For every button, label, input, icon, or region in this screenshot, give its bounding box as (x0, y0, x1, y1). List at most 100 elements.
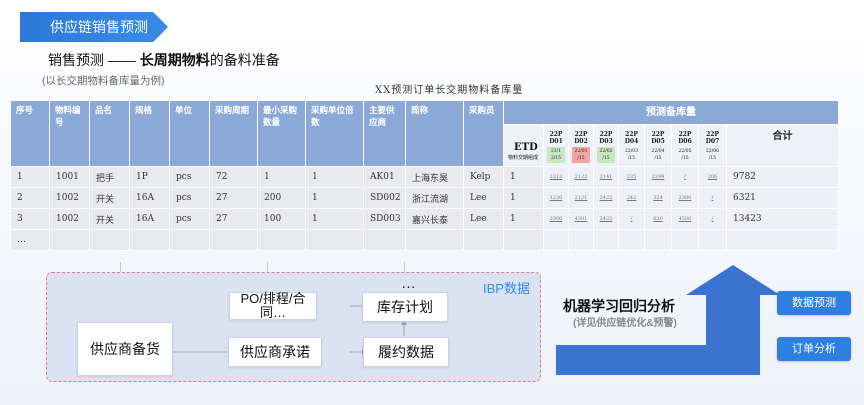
table-row: … (10, 229, 839, 251)
table-cell: 2 (10, 187, 50, 209)
table-cell: pcs (169, 166, 210, 188)
table-cell: 1 (305, 166, 364, 188)
etd-header: ETD 物料交期组成 (503, 124, 544, 167)
forecast-col-date: 22/03 /15 (625, 149, 638, 161)
table-cell: SD002 (363, 187, 406, 209)
forecast-cell: 2313 (543, 166, 569, 188)
table-cell: 16A (129, 187, 170, 209)
card-supplier-stock: 供应商备货 (77, 322, 173, 376)
table-cell: 1 (10, 166, 50, 188)
table-cell: 1P (129, 166, 170, 188)
col-header: 简称 (405, 100, 464, 167)
col-header: 最小采购数量 (257, 100, 306, 167)
forecast-col-code: 22P D02 (574, 131, 588, 145)
forecast-col-header: 22P D03 22/02 /15 (593, 124, 619, 167)
forecast-col-date: 22/04 /15 (651, 149, 665, 161)
forecast-col-date: 21/1 2/15 (547, 147, 565, 163)
table-cell: 开关 (89, 187, 130, 209)
forecast-cell: 2399 (644, 166, 672, 188)
forecast-col-date: 22/05 /15 (678, 149, 692, 161)
forecast-col-date: 22/02 /15 (597, 147, 615, 163)
table-cell: 1002 (49, 208, 90, 230)
forecast-col-code: 22P D04 (624, 131, 639, 145)
forecast-col-code: 22P D01 (549, 131, 563, 145)
ml-title: 机器学习回归分析 (563, 298, 675, 314)
section-banner: 供应链销售预测 (20, 12, 168, 42)
forecast-cell: 1230 (543, 187, 569, 209)
table-cell: 上海东昊 (405, 166, 464, 188)
etd-label: ETD (514, 142, 538, 153)
total-cell (726, 229, 839, 251)
forecast-cell: 4301 (568, 208, 594, 230)
col-header: 采购单位倍数 (305, 100, 364, 167)
table-cell: 200 (257, 187, 306, 209)
table-row: 1 1001 把手 1P pcs 72 1 1 AK01 上海东昊 Kelp 1 2313 2123 214… (10, 166, 839, 188)
table-cell: SD003 (363, 208, 406, 230)
forecast-cell: / (698, 208, 727, 230)
table-cell (363, 229, 406, 251)
col-header: 采购周期 (209, 100, 258, 167)
forecast-cell: / (698, 187, 727, 209)
table-cell: 1 (305, 208, 364, 230)
card-po-schedule: PO/排程/合同… (229, 292, 317, 320)
forecast-cell: 324 (644, 187, 672, 209)
col-header: 序号 (10, 100, 50, 167)
card-fulfillment: 履约数据 (363, 337, 449, 367)
table-cell: 27 (209, 187, 258, 209)
forecast-cell: 2422 (593, 208, 619, 230)
forecast-col-header: 22P D04 22/03 /15 (618, 124, 645, 167)
table-cell (49, 229, 90, 251)
col-header: 主要供应商 (363, 100, 406, 167)
col-header: 采购员 (463, 100, 504, 167)
forecast-col-date: 22/06 /15 (706, 149, 719, 161)
table-row: 3 1002 开关 16A pcs 27 100 1 SD003 嘉兴长泰 Lee 1 2300 4301… (10, 208, 839, 230)
order-analysis-button[interactable]: 订单分析 (777, 337, 851, 361)
col-header: 单位 (169, 100, 210, 167)
forecast-cell: 2123 (568, 166, 594, 188)
etd-cell: 1 (503, 187, 544, 209)
forecast-cell: 2141 (593, 166, 619, 188)
table-cell (257, 229, 306, 251)
table-cell: 开关 (89, 208, 130, 230)
forecast-table: 序号 物料编号 品名 规格 单位 采购周期 最小采购数量 采购单位倍数 主要供应… (10, 100, 839, 251)
forecast-col-date: 22/01 /15 (572, 147, 590, 163)
table-cell: 1 (305, 187, 364, 209)
subtitle-bold: 长周期物料 (139, 52, 210, 68)
table-cell: 3 (10, 208, 50, 230)
table-cell: 把手 (89, 166, 130, 188)
etd-sublabel: 物料交期组成 (508, 155, 539, 161)
forecast-cell: 2121 (568, 187, 594, 209)
table-cell: … (10, 229, 50, 251)
forecast-col-code: 22P D03 (599, 131, 613, 145)
forecast-cell: 206 (698, 166, 727, 188)
table-cell: 16A (129, 208, 170, 230)
total-col-header: 合计 (726, 124, 839, 167)
forecast-col-header: 22P D06 22/05 /15 (671, 124, 699, 167)
etd-cell: 1 (503, 208, 544, 230)
table-cell: 1001 (49, 166, 90, 188)
forecast-cell: 2300 (671, 187, 699, 209)
table-cell (463, 229, 504, 251)
forecast-col-code: 22P D05 (651, 131, 665, 145)
table-cell: 浙江流湖 (405, 187, 464, 209)
forecast-cell (644, 229, 672, 251)
total-cell: 9782 (726, 166, 839, 188)
etd-cell: 1 (503, 166, 544, 188)
data-forecast-button[interactable]: 数据预测 (777, 291, 851, 315)
subtitle-note: (以长交期物料备库量为例) (42, 75, 165, 87)
forecast-cell (618, 229, 645, 251)
forecast-cell (671, 229, 699, 251)
table-cell: Lee (463, 208, 504, 230)
forecast-cell: / (671, 166, 699, 188)
forecast-cell: 235 (618, 166, 645, 188)
forecast-cell: / (618, 208, 645, 230)
forecast-cell: 620 (644, 208, 672, 230)
table-cell: 72 (209, 166, 258, 188)
subtitle-prefix: 销售预测 —— (48, 52, 140, 68)
card-inventory-plan: 库存计划 (362, 292, 448, 322)
subtitle-suffix: 的备料准备 (209, 52, 280, 68)
table-cell: Lee (463, 187, 504, 209)
table-cell: 嘉兴长泰 (405, 208, 464, 230)
ml-subtitle: (详见供应链优化&预警) (573, 318, 677, 329)
table-row: 2 1002 开关 16A pcs 27 200 1 SD002 浙江流湖 Lee 1 1230 2121… (10, 187, 839, 209)
